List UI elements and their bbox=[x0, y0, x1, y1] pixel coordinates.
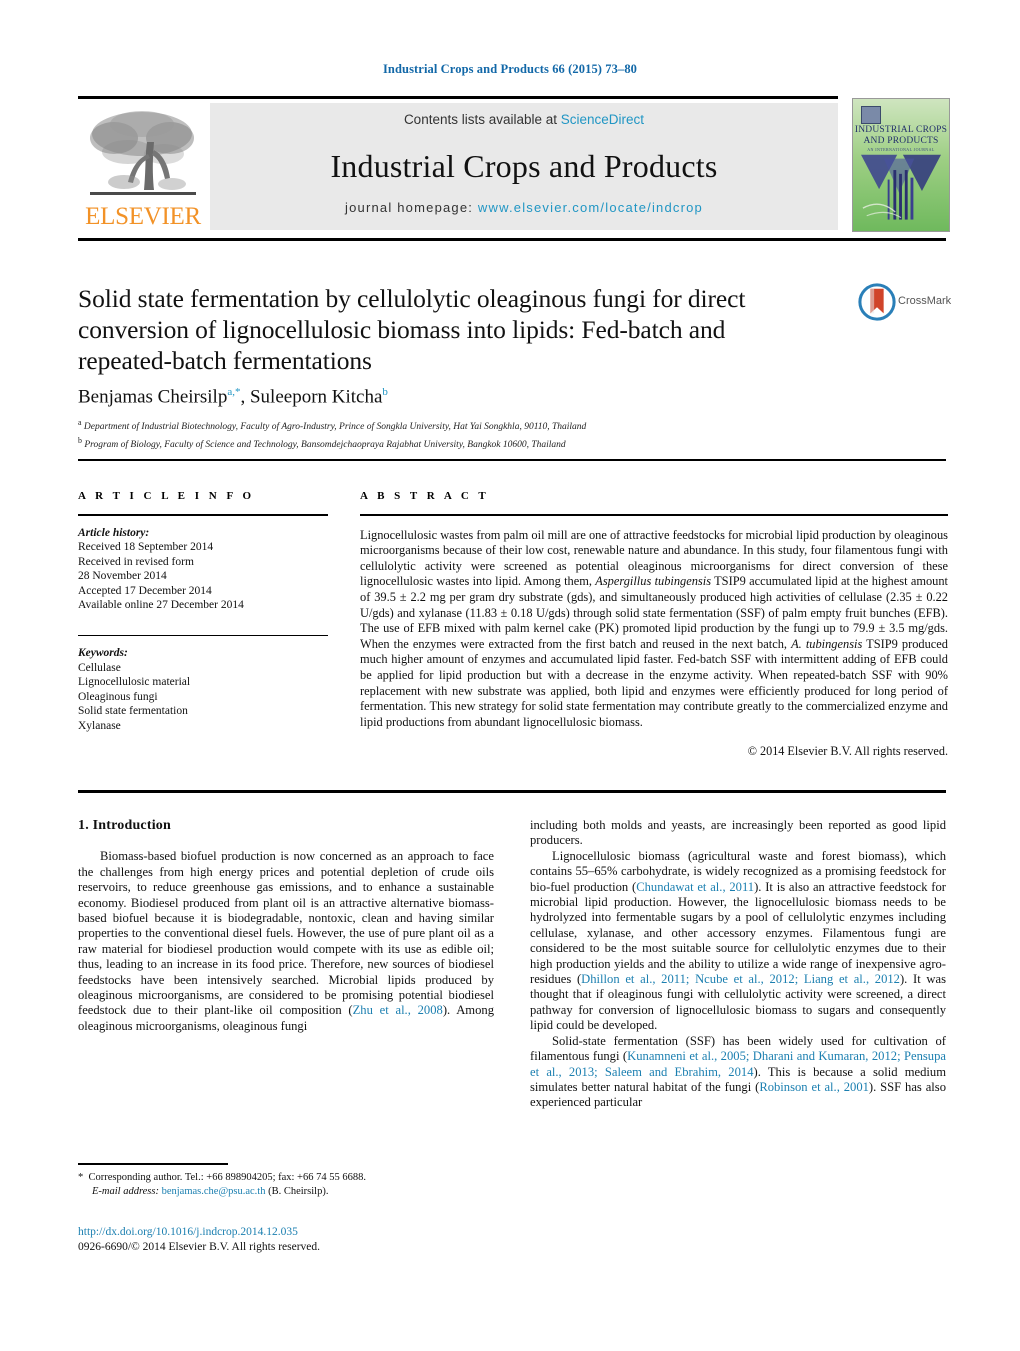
elsevier-tree-icon bbox=[90, 111, 196, 195]
author-list: Benjamas Cheirsilpa,*, Suleeporn Kitchab bbox=[78, 386, 388, 408]
abstract-heading: A B S T R A C T bbox=[360, 490, 490, 502]
crossmark-label: CrossMark bbox=[898, 295, 952, 307]
footnote-block: * Corresponding author. Tel.: +66 898904… bbox=[78, 1171, 498, 1199]
article-history-label: Article history: bbox=[78, 526, 150, 539]
journal-homepage-line: journal homepage: www.elsevier.com/locat… bbox=[210, 200, 838, 215]
doi-link[interactable]: http://dx.doi.org/10.1016/j.indcrop.2014… bbox=[78, 1225, 578, 1240]
history-item: Received 18 September 2014 bbox=[78, 541, 214, 554]
masthead-bottom-rule bbox=[78, 238, 946, 241]
corresponding-author-note: * Corresponding author. Tel.: +66 898904… bbox=[78, 1172, 366, 1183]
citation-link[interactable]: Dhillon et al., 2011; Ncube et al., 2012… bbox=[581, 972, 900, 986]
citation-link[interactable]: Chundawat et al., 2011 bbox=[636, 880, 754, 894]
abstract-bottom-rule bbox=[78, 790, 946, 793]
body-right-column: including both molds and yeasts, are inc… bbox=[530, 818, 946, 1111]
keyword-item: Xylanase bbox=[78, 719, 121, 732]
info-top-rule bbox=[78, 459, 946, 461]
sciencedirect-link[interactable]: ScienceDirect bbox=[561, 112, 644, 127]
journal-title: Industrial Crops and Products bbox=[330, 148, 718, 184]
journal-cover-thumbnail: INDUSTRIAL CROPS AND PRODUCTS AN INTERNA… bbox=[852, 98, 950, 232]
email-owner: (B. Cheirsilp). bbox=[268, 1186, 329, 1197]
article-info-heading: A R T I C L E I N F O bbox=[78, 490, 255, 502]
history-item: Available online 27 December 2014 bbox=[78, 599, 244, 612]
article-info-rule bbox=[78, 514, 328, 516]
history-item: 28 November 2014 bbox=[78, 570, 167, 583]
citation-link[interactable]: Robinson et al., 2001 bbox=[759, 1080, 869, 1094]
history-item: Accepted 17 December 2014 bbox=[78, 584, 212, 597]
email-note: E-mail address: benjamas.che@psu.ac.th (… bbox=[78, 1185, 498, 1199]
elsevier-logo: ELSEVIER bbox=[84, 104, 202, 232]
crossmark-icon bbox=[858, 283, 896, 321]
elsevier-wordmark: ELSEVIER bbox=[85, 203, 201, 230]
paragraph: Solid-state fermentation (SSF) has been … bbox=[530, 1033, 946, 1110]
paragraph: including both molds and yeasts, are inc… bbox=[530, 818, 946, 848]
history-item: Received in revised form bbox=[78, 555, 194, 568]
homepage-url-link[interactable]: www.elsevier.com/locate/indcrop bbox=[478, 200, 703, 215]
keyword-item: Lignocellulosic material bbox=[78, 676, 191, 689]
footnote-rule bbox=[78, 1163, 228, 1165]
contents-prefix: Contents lists available at bbox=[403, 112, 561, 127]
abstract-copyright: © 2014 Elsevier B.V. All rights reserved… bbox=[747, 744, 948, 759]
article-history-block: Article history: Received 18 September 2… bbox=[78, 526, 328, 613]
homepage-prefix: journal homepage: bbox=[345, 200, 478, 215]
citation-link[interactable]: Zhu et al., 2008 bbox=[353, 1003, 443, 1017]
page-title: Solid state fermentation by cellulolytic… bbox=[78, 284, 746, 375]
paragraph: Biomass-based biofuel production is now … bbox=[78, 849, 494, 1033]
cover-stamp-icon bbox=[861, 106, 881, 124]
email-label: E-mail address: bbox=[92, 1186, 159, 1197]
keyword-item: Cellulase bbox=[78, 661, 121, 674]
issn-copyright-line: 0926-6690/© 2014 Elsevier B.V. All right… bbox=[78, 1241, 321, 1253]
body-left-column: 1. Introduction Biomass-based biofuel pr… bbox=[78, 818, 494, 1034]
keywords-block: Keywords: Cellulase Lignocellulosic mate… bbox=[78, 646, 328, 733]
email-link[interactable]: benjamas.che@psu.ac.th bbox=[162, 1186, 266, 1197]
keyword-item: Solid state fermentation bbox=[78, 705, 188, 718]
contents-available-line: Contents lists available at ScienceDirec… bbox=[210, 112, 838, 127]
keywords-rule bbox=[78, 634, 328, 637]
article-info-column: A R T I C L E I N F O Article history: R… bbox=[78, 490, 328, 733]
abstract-rule bbox=[360, 514, 948, 516]
abstract-text: Lignocellulosic wastes from palm oil mil… bbox=[360, 527, 948, 729]
affiliations: a Department of Industrial Biotechnology… bbox=[78, 416, 868, 452]
abstract-column: A B S T R A C T Lignocellulosic wastes f… bbox=[360, 490, 948, 759]
masthead-top-rule bbox=[78, 96, 838, 99]
affiliation-b: b Program of Biology, Faculty of Science… bbox=[78, 436, 566, 451]
affiliation-a: a Department of Industrial Biotechnology… bbox=[78, 418, 587, 433]
keywords-label: Keywords: bbox=[78, 647, 128, 660]
crossmark-badge[interactable]: CrossMark bbox=[858, 283, 954, 323]
cover-journal-title: INDUSTRIAL CROPS AND PRODUCTS bbox=[854, 125, 948, 146]
section-heading-introduction: 1. Introduction bbox=[78, 818, 171, 833]
keyword-item: Oleaginous fungi bbox=[78, 690, 158, 703]
paragraph: Lignocellulosic biomass (agricultural wa… bbox=[530, 848, 946, 1033]
article-page: Industrial Crops and Products 66 (2015) … bbox=[0, 0, 1020, 1351]
running-head: Industrial Crops and Products 66 (2015) … bbox=[382, 62, 638, 76]
cover-artwork bbox=[861, 154, 941, 220]
doi-block: http://dx.doi.org/10.1016/j.indcrop.2014… bbox=[78, 1225, 578, 1255]
